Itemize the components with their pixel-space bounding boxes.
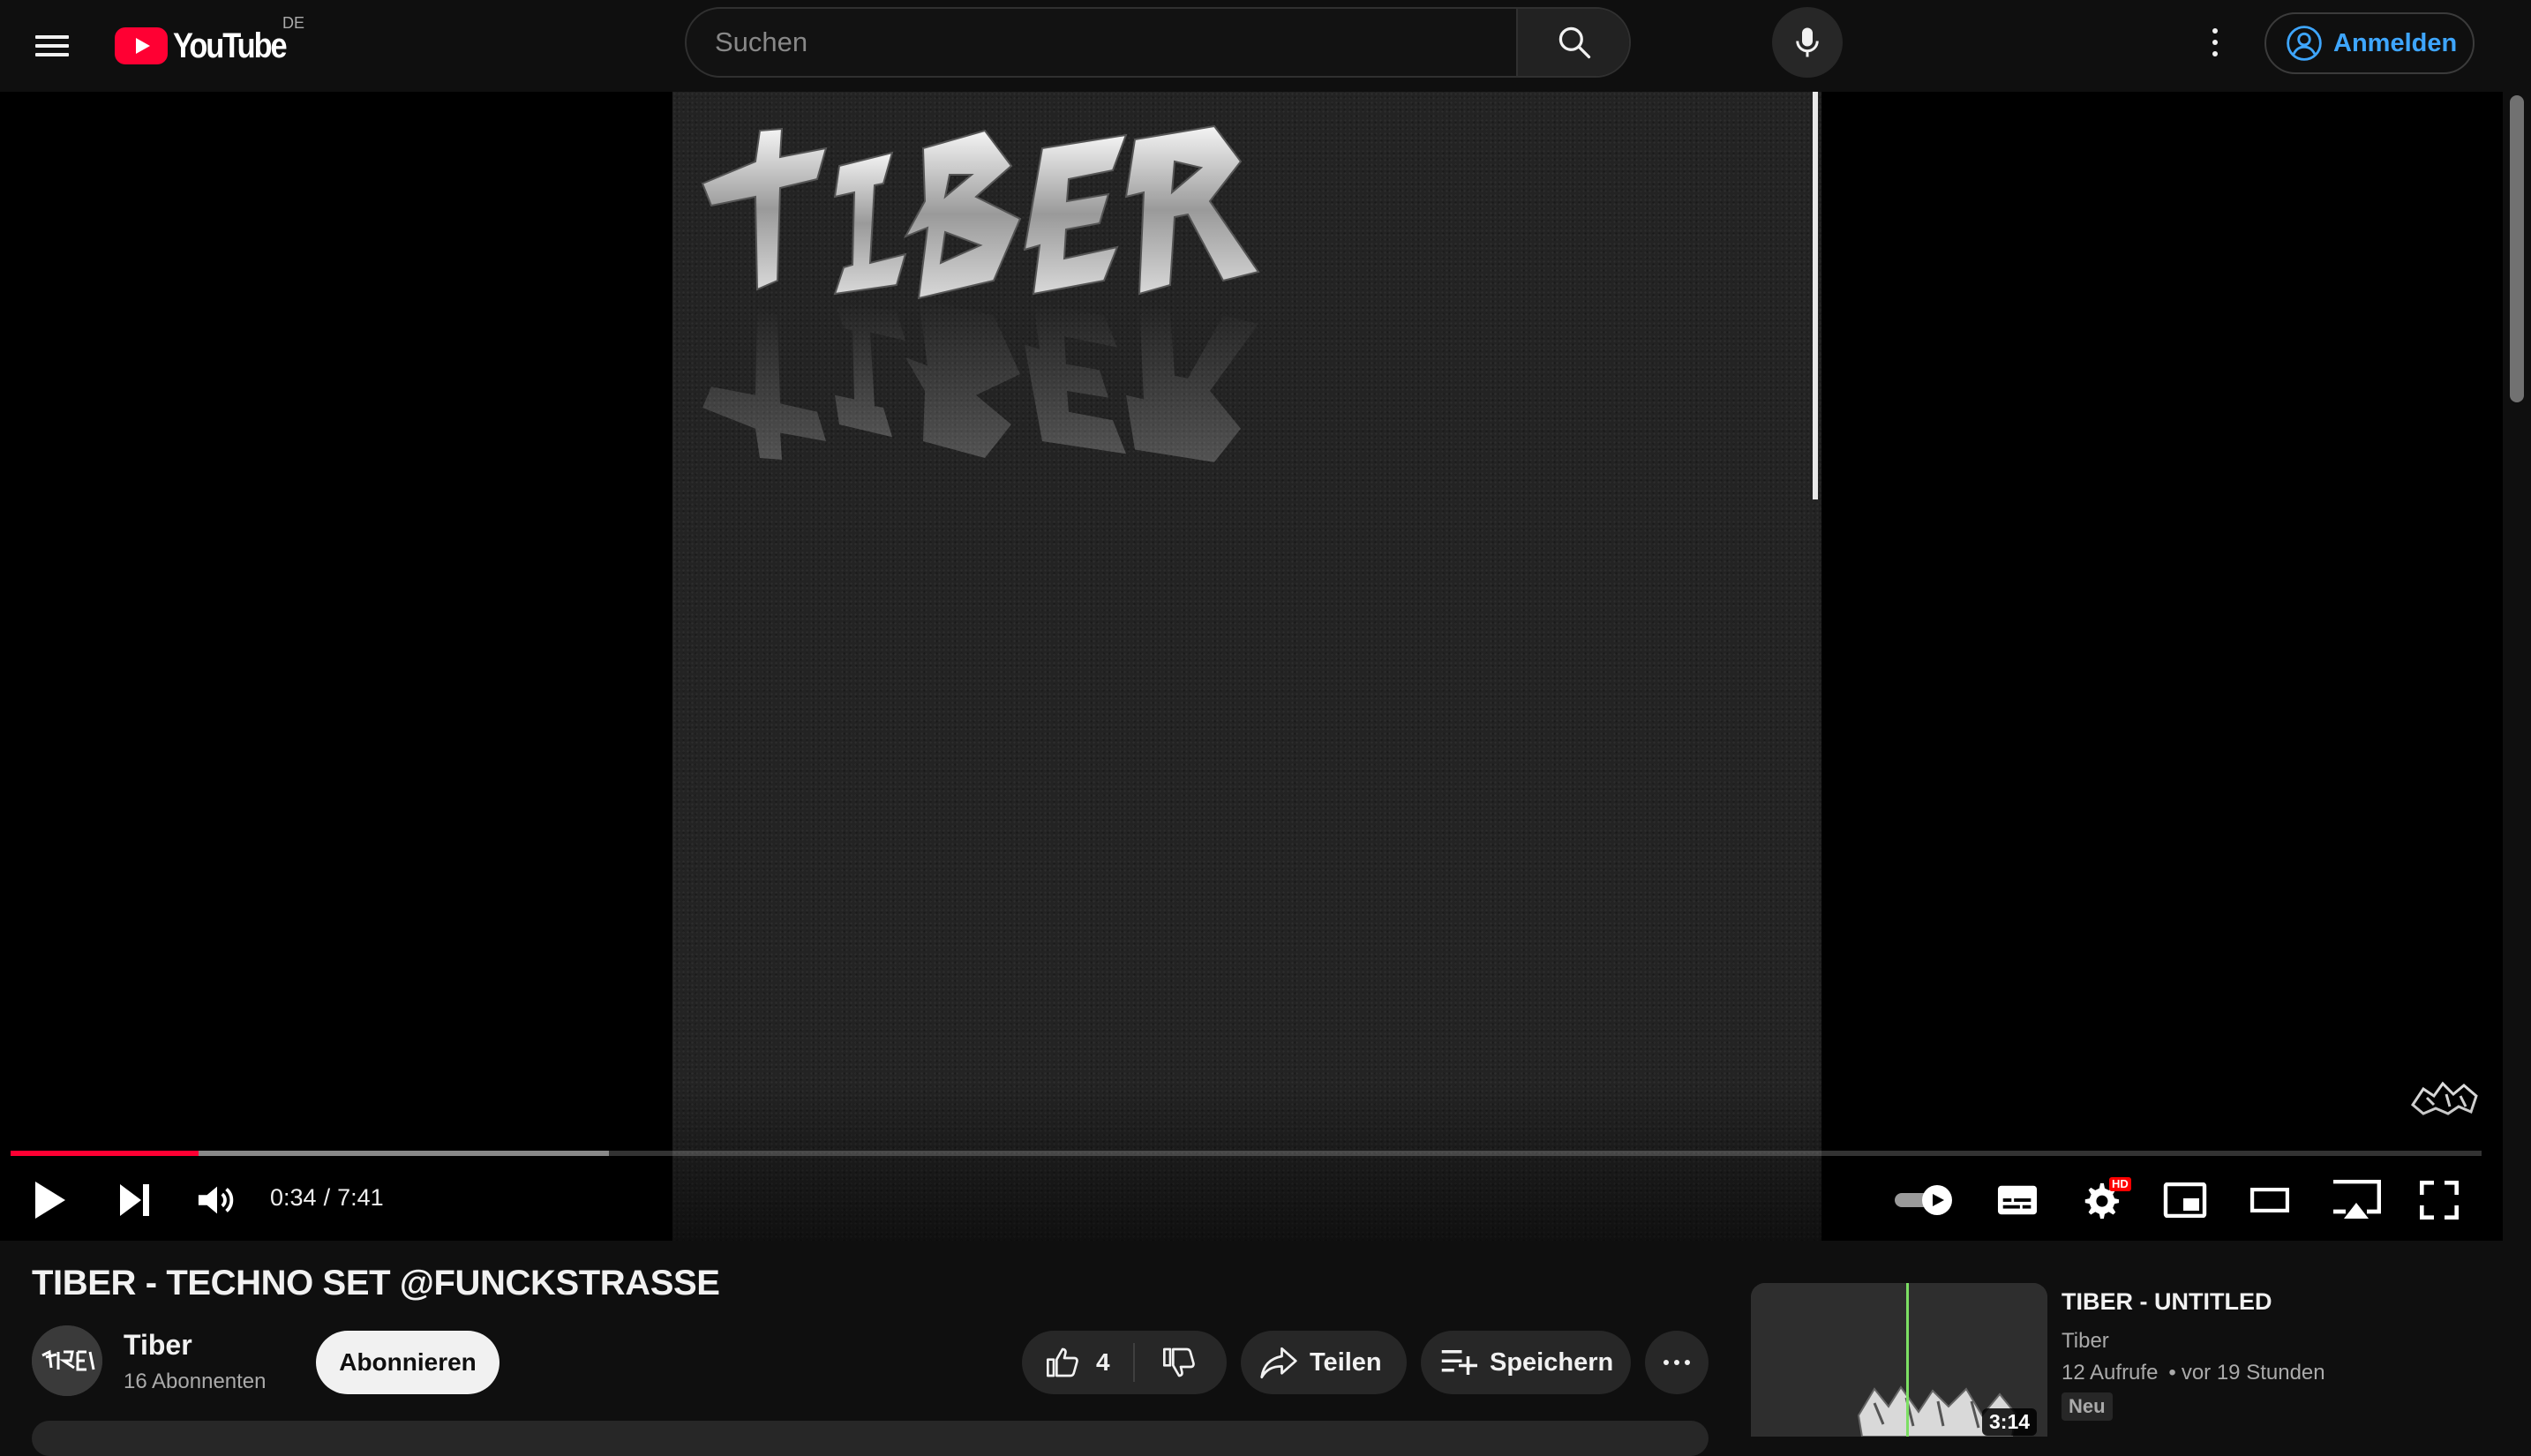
scrollbar-thumb[interactable] [2510, 95, 2524, 402]
signin-label: Anmelden [2333, 28, 2458, 57]
search-box [685, 7, 1631, 78]
subtitles-button[interactable] [1989, 1172, 2046, 1228]
voice-search-button[interactable] [1772, 7, 1843, 78]
save-button[interactable]: Speichern [1421, 1331, 1631, 1394]
recommended-title[interactable]: TIBER - UNTITLED [2062, 1288, 2272, 1316]
recommended-age: vor 19 Stunden [2181, 1361, 2325, 1385]
autoplay-toggle[interactable] [1890, 1172, 1959, 1228]
search-icon [1558, 26, 1591, 59]
tiber-graffiti-logo [701, 124, 1260, 462]
recommended-video-thumbnail[interactable]: 3:14 [1751, 1283, 2047, 1437]
playlist-add-icon [1441, 1350, 1477, 1375]
duration: 7:41 [337, 1184, 384, 1211]
share-button[interactable]: Teilen [1241, 1331, 1407, 1394]
time-display: 0:34 / 7:41 [270, 1184, 384, 1212]
dislike-button[interactable] [1135, 1331, 1223, 1394]
thumbnail-line [1906, 1283, 1909, 1437]
volume-button[interactable] [189, 1172, 245, 1228]
meta-dot: • [2168, 1361, 2176, 1385]
cast-button[interactable] [2324, 1172, 2388, 1228]
page-scrollbar[interactable] [2503, 92, 2531, 1437]
country-code: DE [282, 14, 305, 32]
cast-icon [2333, 1180, 2381, 1219]
miniplayer-icon [2163, 1182, 2207, 1218]
current-time: 0:34 [270, 1184, 317, 1211]
play-button[interactable] [21, 1172, 78, 1228]
recommended-views: 12 Aufrufe [2062, 1361, 2159, 1385]
subscribe-button[interactable]: Abonnieren [316, 1331, 499, 1394]
settings-button[interactable]: HD [2072, 1172, 2131, 1228]
save-label: Speichern [1490, 1347, 1614, 1377]
theater-mode-button[interactable] [2242, 1172, 2298, 1228]
subscriber-count: 16 Abonnenten [124, 1370, 267, 1393]
next-icon [120, 1184, 149, 1216]
like-count: 4 [1096, 1348, 1110, 1376]
recommended-meta: 12 Aufrufe • vor 19 Stunden [2062, 1361, 2325, 1385]
fullscreen-button[interactable] [2411, 1172, 2467, 1228]
description-box[interactable] [32, 1421, 1709, 1456]
search-input[interactable] [687, 9, 1629, 76]
more-vertical-icon[interactable] [2199, 21, 2231, 64]
volume-icon [198, 1186, 234, 1214]
account-icon [2287, 26, 2322, 61]
share-label: Teilen [1310, 1347, 1382, 1377]
new-badge: Neu [2062, 1392, 2113, 1421]
logo-text: YouTube [173, 26, 288, 65]
next-button[interactable] [106, 1172, 162, 1228]
youtube-logo-icon [115, 27, 168, 64]
menu-icon[interactable] [32, 25, 74, 67]
like-dislike-group: 4 [1022, 1331, 1227, 1394]
like-button[interactable]: 4 [1022, 1343, 1135, 1382]
theater-mode-icon [2250, 1188, 2289, 1212]
fullscreen-icon [2420, 1181, 2459, 1220]
channel-avatar-logo [32, 1325, 102, 1396]
progress-bar[interactable] [11, 1151, 2482, 1156]
thumbs-down-icon [1163, 1347, 1195, 1377]
miniplayer-button[interactable] [2157, 1172, 2213, 1228]
recommended-duration: 3:14 [1982, 1408, 2038, 1436]
progress-played [11, 1151, 199, 1156]
video-frame-line [1813, 92, 1818, 499]
autoplay-toggle-icon [1895, 1185, 1952, 1215]
subtitles-icon [1997, 1185, 2038, 1215]
share-icon [1260, 1347, 1297, 1379]
channel-name[interactable]: Tiber [124, 1329, 192, 1362]
search-button[interactable] [1516, 9, 1629, 76]
masthead: YouTube DE Anmelden [0, 0, 2531, 92]
video-player[interactable]: 0:34 / 7:41 HD [0, 92, 2503, 1241]
channel-avatar[interactable] [32, 1325, 102, 1396]
youtube-logo[interactable]: YouTube [115, 23, 304, 69]
thumbs-up-icon [1047, 1347, 1078, 1377]
mic-icon [1796, 27, 1819, 57]
more-actions-button[interactable] [1645, 1331, 1709, 1394]
hd-badge: HD [2109, 1177, 2131, 1191]
play-icon [35, 1182, 65, 1219]
recommended-channel[interactable]: Tiber [2062, 1329, 2109, 1354]
recommended-video[interactable]: 3:14 TIBER - UNTITLED Tiber 12 Aufrufe • v… [1751, 1283, 2492, 1437]
signin-button[interactable]: Anmelden [2264, 12, 2475, 74]
video-title: TIBER - TECHNO SET @FUNCKSTRASSE [32, 1264, 720, 1302]
time-separator: / [323, 1184, 331, 1211]
